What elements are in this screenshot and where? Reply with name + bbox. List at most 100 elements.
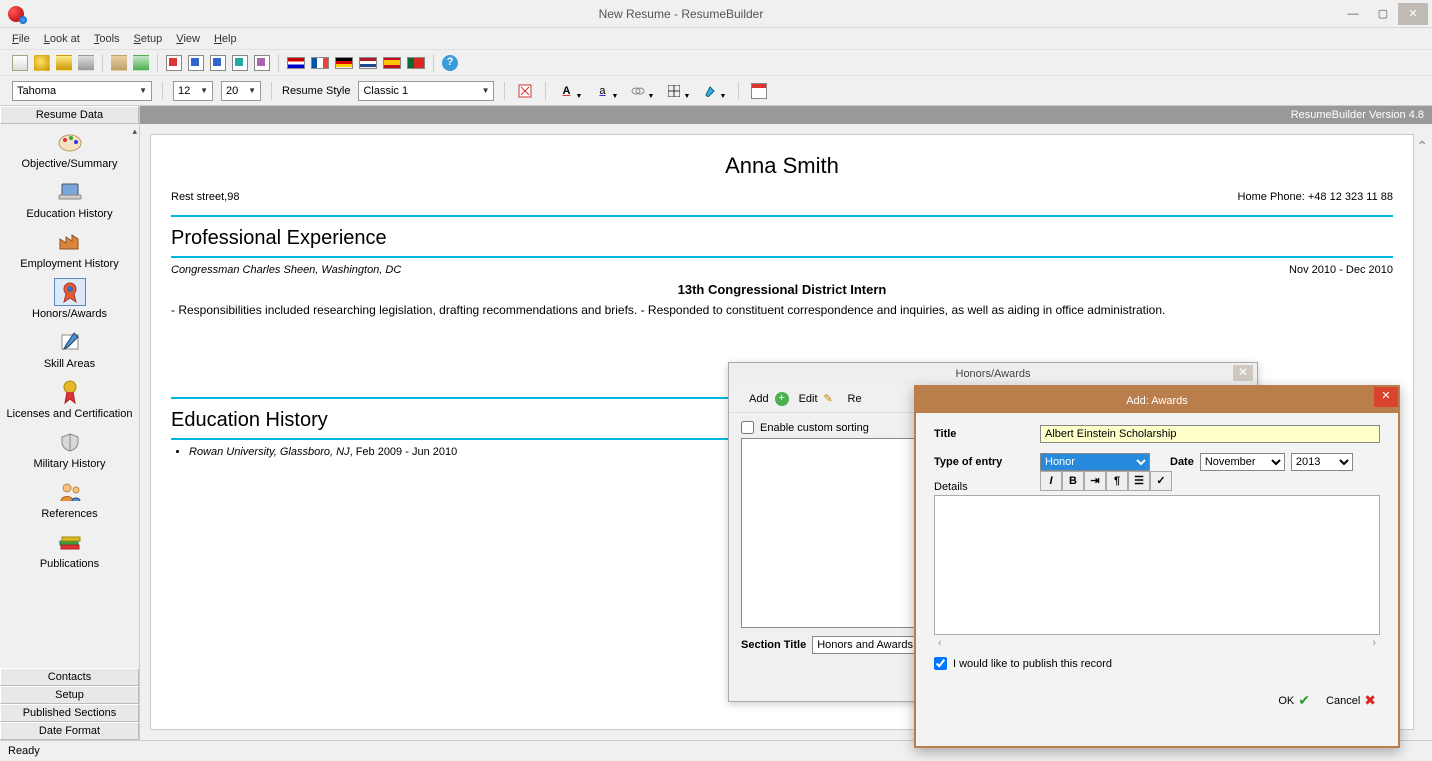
cancel-button[interactable]: Cancel✖ xyxy=(1322,690,1380,711)
section-heading-professional: Professional Experience xyxy=(171,227,1393,250)
toolbar-main: ? xyxy=(0,50,1432,76)
people-icon xyxy=(54,478,86,506)
resume-style-label: Resume Style xyxy=(282,85,350,97)
font-size2-dropdown[interactable]: 20▼ xyxy=(221,81,261,101)
sidebar-item-education[interactable]: Education History xyxy=(0,176,139,226)
ok-button[interactable]: OK✔ xyxy=(1274,690,1314,711)
add-dialog-title: Add: Awards ✕ xyxy=(916,387,1398,413)
open-icon[interactable] xyxy=(34,55,50,71)
flag-pt-icon[interactable] xyxy=(407,57,425,69)
export-doc-icon[interactable] xyxy=(210,55,226,71)
honors-remove-button[interactable]: Re xyxy=(848,393,862,405)
add-awards-dialog: Add: Awards ✕ Title Type of entry Honor … xyxy=(914,385,1400,748)
honors-add-button[interactable]: Add+ xyxy=(749,392,789,406)
cross-icon: ✖ xyxy=(1364,692,1376,709)
honors-panel-title: Honors/Awards ✕ xyxy=(729,363,1257,385)
scroll-right-icon[interactable]: › xyxy=(1372,637,1376,649)
minimize-button[interactable]: — xyxy=(1338,3,1368,25)
font-family-dropdown[interactable]: Tahoma▼ xyxy=(12,81,152,101)
sidebar-item-label: Military History xyxy=(2,458,137,470)
mail-icon[interactable] xyxy=(111,55,127,71)
export-pdf-icon[interactable] xyxy=(166,55,182,71)
font-color-icon[interactable]: A▼ xyxy=(556,81,576,101)
close-button[interactable]: ✕ xyxy=(1398,3,1428,25)
type-dropdown[interactable]: Honor xyxy=(1040,453,1150,471)
sidebar-item-honors[interactable]: Honors/Awards xyxy=(0,276,139,326)
menu-file[interactable]: File xyxy=(12,33,30,45)
honors-panel-close-button[interactable]: ✕ xyxy=(1233,365,1253,381)
export-html-icon[interactable] xyxy=(188,55,204,71)
details-editor[interactable] xyxy=(934,495,1380,635)
paragraph-button[interactable]: ¶ xyxy=(1106,471,1128,491)
sidebar-item-label: Employment History xyxy=(2,258,137,270)
sidebar-item-references[interactable]: References xyxy=(0,476,139,526)
sidebar-item-label: Skill Areas xyxy=(2,358,137,370)
toolbar-format: Tahoma▼ 12▼ 20▼ Resume Style Classic 1▼ … xyxy=(0,76,1432,106)
sidebar-item-military[interactable]: Military History xyxy=(0,426,139,476)
honors-edit-button[interactable]: Edit✎ xyxy=(799,392,838,406)
sidebar-item-licenses[interactable]: Licenses and Certification xyxy=(0,376,139,426)
sidebar-scroll-up-icon[interactable]: ▴ xyxy=(132,126,137,137)
year-dropdown[interactable]: 2013 xyxy=(1291,453,1353,471)
bold-button[interactable]: B xyxy=(1062,471,1084,491)
sidebar-header-resume-data[interactable]: Resume Data xyxy=(0,106,139,124)
preview-icon[interactable] xyxy=(515,81,535,101)
sidebar-item-objective[interactable]: Objective/Summary xyxy=(0,126,139,176)
sidebar-footer-published[interactable]: Published Sections xyxy=(0,704,139,722)
sidebar-footer-contacts[interactable]: Contacts xyxy=(0,668,139,686)
publish-checkbox[interactable]: I would like to publish this record xyxy=(934,657,1380,670)
menu-tools[interactable]: Tools xyxy=(94,33,120,45)
scroll-up-icon[interactable]: ⌃ xyxy=(1416,138,1428,155)
export-rtf-icon[interactable] xyxy=(232,55,248,71)
menu-setup[interactable]: Setup xyxy=(134,33,163,45)
resume-phone: Home Phone: +48 12 323 11 88 xyxy=(1238,191,1393,203)
add-dialog-close-button[interactable]: ✕ xyxy=(1374,387,1398,407)
highlight-icon[interactable]: ▼ xyxy=(700,81,720,101)
sidebar-item-label: Honors/Awards xyxy=(2,308,137,320)
sidebar-item-label: References xyxy=(2,508,137,520)
sidebar-item-employment[interactable]: Employment History xyxy=(0,226,139,276)
employer-text: Congressman Charles Sheen, Washington, D… xyxy=(171,264,401,276)
menu-view[interactable]: View xyxy=(176,33,200,45)
scroll-left-icon[interactable]: ‹ xyxy=(938,637,942,649)
flag-fr-icon[interactable] xyxy=(311,57,329,69)
flag-uk-icon[interactable] xyxy=(287,57,305,69)
spellcheck-button[interactable]: ✓ xyxy=(1150,471,1172,491)
help-icon[interactable]: ? xyxy=(442,55,458,71)
link-color-icon[interactable]: ▼ xyxy=(628,81,648,101)
sidebar-footer-dateformat[interactable]: Date Format xyxy=(0,722,139,740)
bullets-button[interactable]: ☰ xyxy=(1128,471,1150,491)
month-dropdown[interactable]: November xyxy=(1200,453,1285,471)
plus-icon: + xyxy=(775,392,789,406)
resume-style-dropdown[interactable]: Classic 1▼ xyxy=(358,81,494,101)
palette-icon xyxy=(54,128,86,156)
sidebar-item-label: Education History xyxy=(2,208,137,220)
font-size1-dropdown[interactable]: 12▼ xyxy=(173,81,213,101)
employment-dates: Nov 2010 - Dec 2010 xyxy=(1289,264,1393,276)
app-icon xyxy=(8,6,24,22)
date-label: Date xyxy=(1170,456,1194,468)
title-input[interactable] xyxy=(1040,425,1380,443)
menu-help[interactable]: Help xyxy=(214,33,237,45)
laptop-icon xyxy=(54,178,86,206)
menu-lookat[interactable]: Look at xyxy=(44,33,80,45)
sidebar-footer-setup[interactable]: Setup xyxy=(0,686,139,704)
save-icon[interactable] xyxy=(56,55,72,71)
resume-address: Rest street,98 xyxy=(171,191,239,203)
new-icon[interactable] xyxy=(12,55,28,71)
maximize-button[interactable]: ▢ xyxy=(1368,3,1398,25)
flag-nl-icon[interactable] xyxy=(359,57,377,69)
print-icon[interactable] xyxy=(78,55,94,71)
sidebar-item-skills[interactable]: Skill Areas xyxy=(0,326,139,376)
italic-button[interactable]: I xyxy=(1040,471,1062,491)
export-txt-icon[interactable] xyxy=(254,55,270,71)
flag-de-icon[interactable] xyxy=(335,57,353,69)
job-title: 13th Congressional District Intern xyxy=(171,282,1393,297)
indent-button[interactable]: ⇥ xyxy=(1084,471,1106,491)
upload-icon[interactable] xyxy=(133,55,149,71)
calendar-icon[interactable] xyxy=(749,81,769,101)
sidebar-item-publications[interactable]: Publications xyxy=(0,526,139,576)
lowercase-icon[interactable]: a▼ xyxy=(592,81,612,101)
border-icon[interactable]: ▼ xyxy=(664,81,684,101)
flag-es-icon[interactable] xyxy=(383,57,401,69)
